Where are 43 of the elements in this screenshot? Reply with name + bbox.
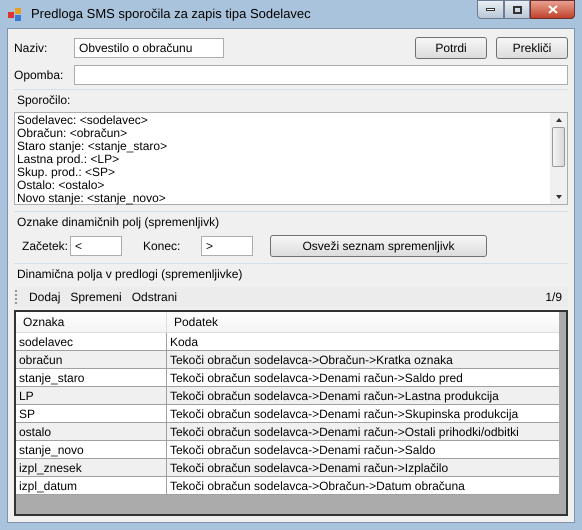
toolbar-button[interactable]: Odstrani	[128, 288, 182, 306]
table-cell: sodelavec	[16, 333, 167, 350]
name-field[interactable]: Obvestilo o obračunu	[74, 38, 224, 58]
record-position: 1/9	[545, 289, 562, 306]
table-cell: SP	[16, 405, 167, 422]
table-cell: obračun	[16, 351, 167, 368]
table-cell-text: Tekoči obračun sodelavca->Denami račun->Izplačilo	[169, 460, 450, 476]
cancel-button[interactable]: Prekliči	[496, 37, 568, 59]
maximize-button[interactable]	[504, 0, 530, 19]
start-label: Začetek:	[22, 238, 70, 255]
table-cell-text: Tekoči obračun sodelavca->Denami račun->Ostali prihodki/odbitki	[169, 424, 520, 440]
toolbar-button[interactable]: Spremeni	[66, 288, 126, 306]
start-field[interactable]: <	[70, 236, 122, 256]
close-icon	[548, 5, 558, 14]
app-icon	[7, 6, 23, 22]
close-button[interactable]	[530, 0, 575, 19]
table-cell-text: Tekoči obračun sodelavca->Obračun->Datum obračuna	[169, 478, 466, 494]
markers-group-title: Oznake dinamičnih polj (spremenljivk)	[14, 211, 568, 231]
column-header[interactable]: Oznaka	[16, 312, 167, 332]
name-label: Naziv:	[14, 40, 48, 57]
table-cell-text: Tekoči obračun sodelavca->Denami račun->Skupinska produkcija	[169, 406, 520, 422]
message-label: Sporočilo:	[14, 89, 568, 109]
toolbar-button[interactable]: Dodaj	[25, 288, 64, 306]
table-cell-text: Koda	[169, 334, 200, 350]
table-cell: stanje_staro	[16, 369, 167, 386]
refresh-button[interactable]: Osveži seznam spremenljivk	[270, 235, 487, 257]
table-cell: izpl_znesek	[16, 459, 167, 476]
window-title: Predloga SMS sporočila za zapis tipa Sodelavec	[31, 5, 311, 24]
fields-group-title: Dinamična polja v predlogi (spremenljivke)	[14, 263, 568, 283]
note-field[interactable]	[74, 65, 568, 85]
note-label: Opomba:	[14, 67, 64, 84]
table-cell: stanje_novo	[16, 441, 167, 458]
end-field[interactable]: >	[201, 236, 253, 256]
end-label: Konec:	[143, 238, 182, 255]
minimize-button[interactable]	[477, 0, 504, 19]
table-cell-text: Tekoči obračun sodelavca->Denami račun->Saldo	[169, 442, 436, 458]
table-cell: izpl_datum	[16, 477, 167, 494]
table-cell-text: Tekoči obračun sodelavca->Denami račun->Lastna produkcija	[169, 388, 500, 404]
table-cell: LP	[16, 387, 167, 404]
table-cell-text: Tekoči obračun sodelavca->Denami račun->Saldo pred	[169, 370, 464, 386]
table-cell-text: Tekoči obračun sodelavca->Obračun->Kratka oznaka	[169, 352, 454, 368]
table-cell: ostalo	[16, 423, 167, 440]
confirm-button[interactable]: Potrdi	[415, 37, 487, 59]
